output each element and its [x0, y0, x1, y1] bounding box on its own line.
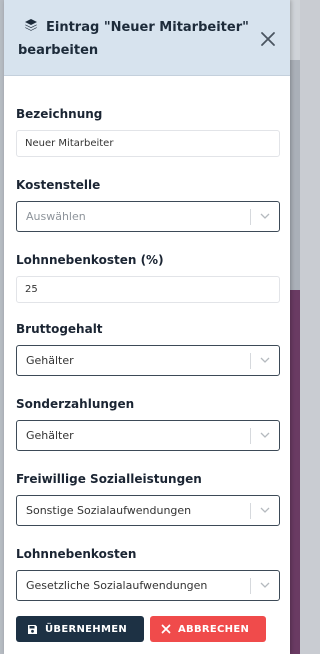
- field-lohnnebenkosten: Lohnnebenkosten Gesetzliche Sozialaufwen…: [16, 546, 280, 601]
- edit-entry-panel: Eintrag "Neuer Mitarbeiter" bearbeiten B…: [4, 0, 290, 654]
- select-divider: [250, 503, 251, 519]
- background-app-area: [290, 0, 300, 60]
- select-divider: [250, 578, 251, 594]
- bruttogehalt-select[interactable]: Gehälter: [16, 345, 280, 376]
- freiwillige-sozialleistungen-select[interactable]: Sonstige Sozialaufwendungen: [16, 495, 280, 526]
- save-button-label: ÜBERNEHMEN: [45, 623, 127, 635]
- chevron-down-icon: [260, 582, 270, 588]
- chevron-down-icon: [260, 432, 270, 438]
- select-placeholder: Auswählen: [26, 210, 86, 223]
- select-value: Gesetzliche Sozialaufwendungen: [26, 579, 208, 592]
- field-sonderzahlungen: Sonderzahlungen Gehälter: [16, 396, 280, 451]
- chevron-down-icon: [260, 213, 270, 219]
- field-kostenstelle: Kostenstelle Auswählen: [16, 177, 280, 232]
- close-icon[interactable]: [260, 31, 276, 47]
- background-app-area: [290, 60, 300, 290]
- floppy-disk-icon: [28, 624, 37, 634]
- field-bruttogehalt: Bruttogehalt Gehälter: [16, 321, 280, 376]
- field-lohnnebenkosten-percent: Lohnnebenkosten (%) 25: [16, 252, 280, 303]
- field-label: Bezeichnung: [16, 107, 103, 121]
- layers-icon: [25, 19, 37, 31]
- kostenstelle-select[interactable]: Auswählen: [16, 201, 280, 232]
- field-label: Bruttogehalt: [16, 322, 103, 336]
- close-icon: [161, 624, 171, 634]
- select-divider: [250, 428, 251, 444]
- select-value: Gehälter: [26, 354, 74, 367]
- select-value: Gehälter: [26, 429, 74, 442]
- cancel-button-label: ABBRECHEN: [178, 623, 250, 635]
- select-value: Sonstige Sozialaufwendungen: [26, 504, 192, 517]
- sonderzahlungen-select[interactable]: Gehälter: [16, 420, 280, 451]
- bezeichnung-input[interactable]: Neuer Mitarbeiter: [16, 130, 280, 157]
- dialog-title: Eintrag "Neuer Mitarbeiter" bearbeiten: [18, 20, 249, 58]
- field-label: Lohnnebenkosten (%): [16, 253, 164, 267]
- field-label: Lohnnebenkosten: [16, 547, 137, 561]
- chevron-down-icon: [260, 507, 270, 513]
- background-app-area: [290, 290, 300, 654]
- field-bezeichnung: Bezeichnung Neuer Mitarbeiter: [16, 106, 280, 157]
- chevron-down-icon: [260, 357, 270, 363]
- cancel-button[interactable]: ABBRECHEN: [150, 616, 266, 642]
- panel-header: Eintrag "Neuer Mitarbeiter" bearbeiten: [4, 0, 290, 76]
- field-label: Freiwillige Sozialleistungen: [16, 472, 202, 486]
- form-actions: ÜBERNEHMEN ABBRECHEN: [16, 616, 266, 642]
- edit-form: Bezeichnung Neuer Mitarbeiter Kostenstel…: [4, 76, 290, 601]
- lohnnebenkosten-select[interactable]: Gesetzliche Sozialaufwendungen: [16, 570, 280, 601]
- save-button[interactable]: ÜBERNEHMEN: [16, 616, 144, 642]
- select-divider: [250, 209, 251, 225]
- select-divider: [250, 353, 251, 369]
- field-label: Kostenstelle: [16, 178, 101, 192]
- lohnnebenkosten-percent-input[interactable]: 25: [16, 276, 280, 303]
- field-freiwillige-sozialleistungen: Freiwillige Sozialleistungen Sonstige So…: [16, 471, 280, 526]
- field-label: Sonderzahlungen: [16, 397, 135, 411]
